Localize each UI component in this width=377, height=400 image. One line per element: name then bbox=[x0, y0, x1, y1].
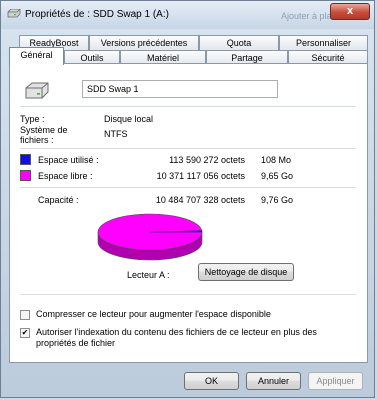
used-space-bytes: 113 590 272 octets bbox=[169, 155, 245, 165]
filesystem-label-line1: Système de bbox=[20, 125, 68, 135]
compress-checkbox[interactable] bbox=[20, 310, 30, 320]
separator bbox=[20, 187, 356, 188]
separator bbox=[20, 106, 356, 107]
close-button[interactable]: x bbox=[330, 3, 370, 20]
tab-customize[interactable]: Personnaliser bbox=[279, 35, 368, 50]
properties-window: Propriétés de : SDD Swap 1 (A:) Ajouter … bbox=[0, 0, 375, 398]
free-space-size: 9,65 Go bbox=[261, 171, 294, 181]
drive-icon bbox=[7, 9, 21, 18]
tab-quota[interactable]: Quota bbox=[199, 35, 279, 50]
indexing-label-line1[interactable]: Autoriser l'indexation du contenu des fi… bbox=[36, 327, 317, 337]
disk-usage-pie bbox=[97, 213, 203, 261]
general-panel: SDD Swap 1 Type : Disque local Système d… bbox=[9, 63, 368, 363]
type-value: Disque local bbox=[104, 114, 154, 124]
filesystem-label-line2: fichiers : bbox=[20, 135, 54, 145]
disk-cleanup-button[interactable]: Nettoyage de disque bbox=[198, 263, 294, 281]
type-label: Type : bbox=[20, 114, 45, 124]
capacity-size: 9,76 Go bbox=[261, 195, 294, 205]
compress-label[interactable]: Compresser ce lecteur pour augmenter l'e… bbox=[36, 309, 271, 319]
capacity-label: Capacité : bbox=[38, 195, 79, 205]
used-space-size: 108 Mo bbox=[261, 155, 292, 165]
free-space-bytes: 10 371 117 056 octets bbox=[156, 171, 245, 181]
title-bar[interactable]: Propriétés de : SDD Swap 1 (A:) Ajouter … bbox=[1, 1, 374, 29]
indexing-checkbox[interactable]: ✔ bbox=[20, 328, 30, 338]
indexing-label-line2[interactable]: propriétés de fichier bbox=[36, 338, 115, 348]
used-space-swatch bbox=[20, 154, 31, 165]
separator bbox=[20, 148, 356, 149]
close-icon: x bbox=[346, 5, 354, 17]
hard-drive-icon bbox=[25, 82, 49, 99]
capacity-bytes: 10 484 707 328 octets bbox=[155, 195, 245, 205]
free-space-label: Espace libre : bbox=[38, 171, 93, 181]
filesystem-value: NTFS bbox=[104, 129, 128, 139]
tab-general[interactable]: Général bbox=[9, 47, 64, 65]
tab-previous-versions[interactable]: Versions précédentes bbox=[89, 35, 199, 50]
apply-button[interactable]: Appliquer bbox=[308, 372, 363, 390]
separator bbox=[20, 294, 356, 295]
drive-letter-label: Lecteur A : bbox=[127, 270, 170, 280]
used-space-label: Espace utilisé : bbox=[38, 155, 99, 165]
ok-button[interactable]: OK bbox=[184, 372, 239, 390]
free-space-swatch bbox=[20, 170, 31, 181]
drive-name-input[interactable]: SDD Swap 1 bbox=[82, 80, 278, 98]
window-title: Propriétés de : SDD Swap 1 (A:) bbox=[25, 9, 169, 20]
cancel-button[interactable]: Annuler bbox=[246, 372, 301, 390]
